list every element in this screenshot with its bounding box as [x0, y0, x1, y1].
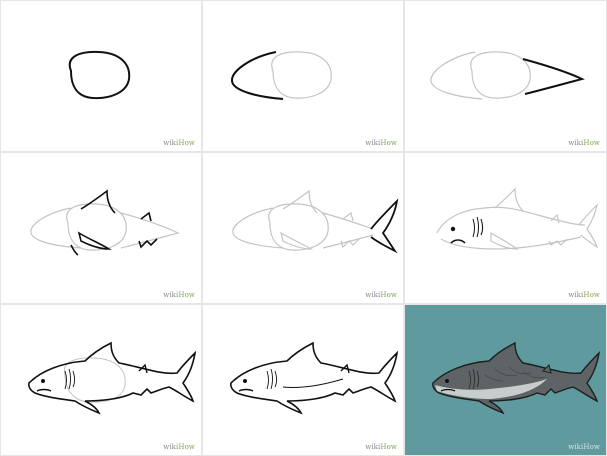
wikihow-watermark: wikiHow	[163, 443, 195, 451]
shark-mouth	[450, 239, 466, 244]
head-circle	[68, 50, 131, 100]
wikihow-watermark: wikiHow	[365, 443, 397, 451]
wikihow-watermark: wikiHow	[568, 139, 600, 147]
shark-outline	[28, 341, 197, 415]
tail-fin	[370, 198, 399, 254]
step-7-drawing	[28, 341, 197, 415]
dorsal-fin	[80, 189, 116, 214]
step-1-panel: wikiHow	[1, 1, 201, 151]
shark-body-colored	[432, 341, 601, 415]
step-9-drawing	[432, 341, 601, 415]
shark-gill-2	[476, 216, 479, 238]
wikihow-watermark: wikiHow	[568, 443, 600, 451]
pectoral-fin	[77, 231, 112, 250]
wikihow-watermark: wikiHow	[568, 291, 600, 299]
step-8-drawing	[230, 341, 399, 415]
wikihow-watermark: wikiHow	[365, 291, 397, 299]
step-6-drawing	[436, 187, 599, 250]
shark-gill-1	[472, 218, 475, 238]
wikihow-watermark: wikiHow	[365, 139, 397, 147]
shark-gill-3	[480, 218, 483, 236]
step-1-drawing	[68, 50, 131, 100]
tutorial-step-grid: wikiHow wikiHow wikiHow wikiHow wikiHow …	[0, 0, 607, 456]
step-3-panel: wikiHow	[405, 1, 606, 151]
step-8-panel: wikiHow	[203, 305, 403, 455]
snout-line	[231, 51, 284, 100]
step-5-panel: wikiHow	[203, 153, 403, 303]
step-6-panel: wikiHow	[405, 153, 606, 303]
wikihow-watermark: wikiHow	[163, 139, 195, 147]
shark-eye	[450, 226, 456, 232]
step-3-drawing	[430, 51, 585, 100]
wikihow-watermark: wikiHow	[163, 291, 195, 299]
step-4-drawing	[30, 189, 180, 256]
step-4-panel: wikiHow	[1, 153, 201, 303]
step-2-panel: wikiHow	[203, 1, 403, 151]
step-5-drawing	[232, 189, 399, 254]
tail-taper-line	[522, 58, 585, 95]
step-2-drawing	[231, 51, 332, 100]
step-9-panel: wikiHow	[405, 305, 606, 455]
step-7-panel: wikiHow	[1, 305, 201, 455]
shark-outline	[230, 341, 399, 415]
